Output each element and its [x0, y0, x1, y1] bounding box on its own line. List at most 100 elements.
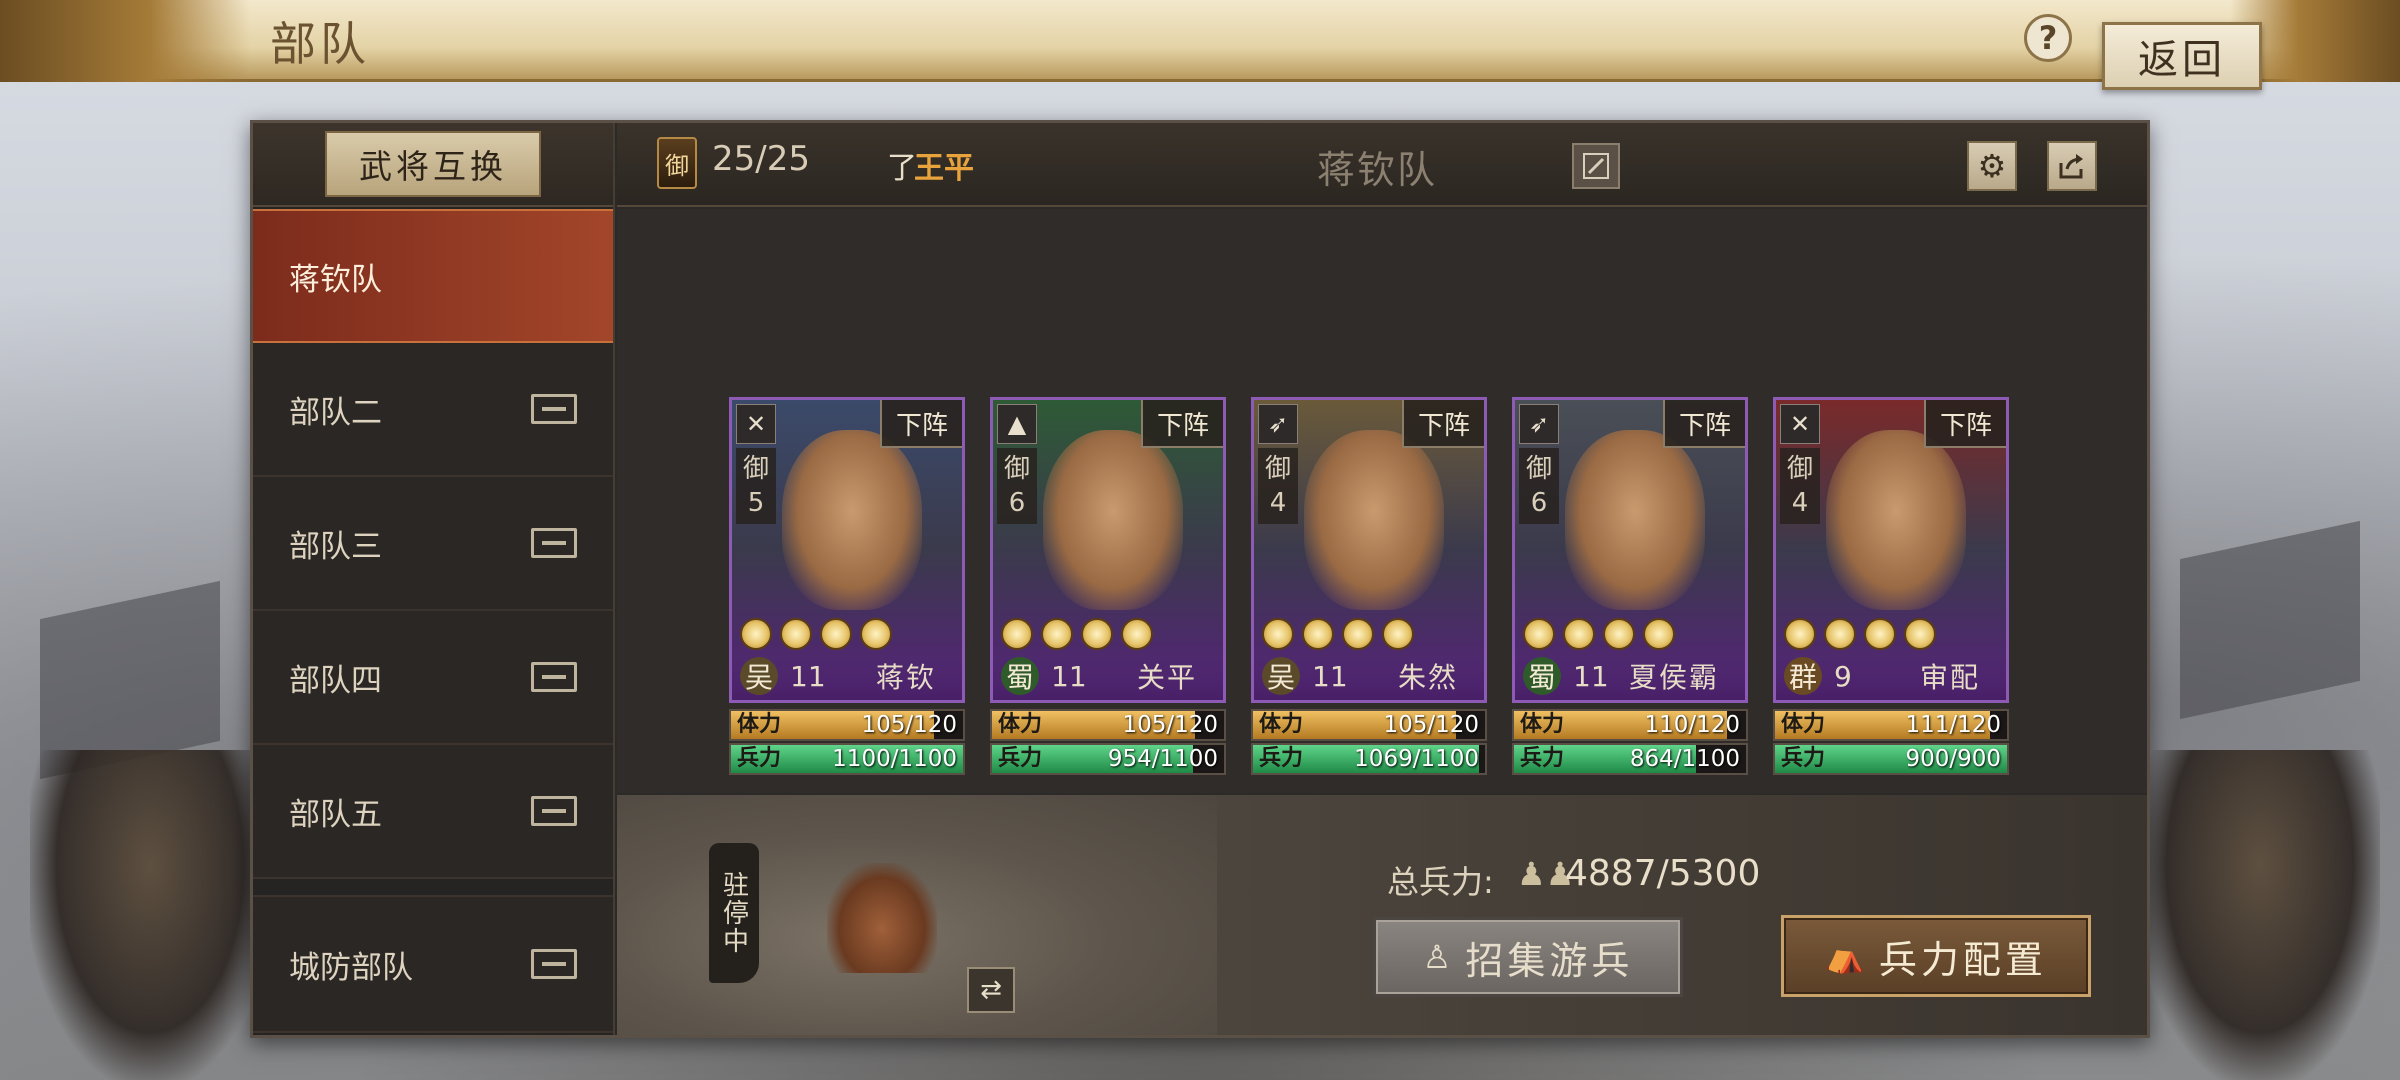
general-portrait[interactable]: ▲ 御 6 下阵 蜀 11 关平 — [990, 397, 1226, 703]
star-icon — [1603, 618, 1635, 650]
march-status-area: 驻停中 ⇄ 总兵力: ♟♟ 4887/5300 ♙ 招集游兵 ⛺ 兵力配置 — [617, 795, 2147, 1035]
march-map-view: 驻停中 ⇄ — [617, 795, 1217, 1035]
rank-stars — [740, 618, 892, 650]
general-portrait[interactable]: ➶ 御 4 下阵 吴 11 朱然 — [1251, 397, 1487, 703]
recruit-button-label: 招集游兵 — [1465, 938, 1634, 983]
troop-value: 900/900 — [1905, 746, 2001, 772]
general-info: 群 9 审配 — [1776, 652, 2006, 700]
share-button[interactable] — [2047, 141, 2097, 191]
team-header: 御 25/25 了 王平 蒋钦队 ⚙ — [617, 123, 2147, 207]
rename-button[interactable] — [1572, 143, 1620, 189]
general-card[interactable]: ✕ 御 5 下阵 吴 11 蒋钦 体力 105/120 兵力 1100/1100 — [729, 397, 965, 779]
remove-from-team-button[interactable]: 下阵 — [1924, 400, 2006, 448]
status-badge: 驻停中 — [709, 843, 759, 983]
general-level: 11 — [1051, 659, 1087, 693]
sidebar-item-team-5[interactable]: 部队五 — [253, 745, 613, 879]
star-icon — [1081, 618, 1113, 650]
faction-badge: 蜀 — [1001, 657, 1039, 695]
help-button[interactable]: ? — [2024, 14, 2072, 62]
general-name: 审配 — [1919, 661, 1980, 694]
troop-bar: 兵力 900/900 — [1773, 743, 2009, 775]
stamina-bar: 体力 105/120 — [990, 709, 1226, 741]
troop-config-button-label: 兵力配置 — [1878, 937, 2047, 982]
stamina-label: 体力 — [1781, 712, 1826, 737]
team-list: 蒋钦队 部队二 部队三 部队四 部队五 城防部队 — [253, 209, 613, 1033]
defense-stat: 御 4 — [1780, 448, 1820, 524]
stamina-label: 体力 — [1520, 712, 1565, 737]
troop-value: 1069/1100 — [1354, 746, 1479, 772]
sidebar-item-team-3[interactable]: 部队三 — [253, 477, 613, 611]
face-art — [1304, 430, 1444, 610]
general-portrait[interactable]: ➶ 御 6 下阵 蜀 11 夏侯霸 — [1512, 397, 1748, 703]
general-name: 蒋钦 — [875, 661, 936, 694]
back-button[interactable]: 返回 — [2102, 22, 2262, 90]
general-level: 11 — [790, 659, 826, 693]
sidebar-item-label: 部队五 — [289, 796, 382, 833]
sidebar-item-team-2[interactable]: 部队二 — [253, 343, 613, 477]
general-level: 9 — [1834, 659, 1852, 693]
star-icon — [1382, 618, 1414, 650]
faction-badge: 蜀 — [1523, 657, 1561, 695]
camp-icon: ⛺ — [1825, 937, 1869, 975]
stamina-bar: 体力 105/120 — [1251, 709, 1487, 741]
troop-label: 兵力 — [998, 746, 1043, 771]
defense-stat: 御 6 — [997, 448, 1037, 524]
troop-config-button[interactable]: ⛺ 兵力配置 — [1781, 915, 2091, 997]
soldiers-icon: ♟♟ — [1517, 855, 1575, 893]
top-bar: 部队 ? 返回 — [0, 0, 2400, 90]
team-sidebar: 武将互换 蒋钦队 部队二 部队三 部队四 部队五 城防部队 — [253, 123, 615, 1035]
remove-from-team-button[interactable]: 下阵 — [880, 400, 962, 448]
rank-stars — [1001, 618, 1153, 650]
general-card[interactable]: ▲ 御 6 下阵 蜀 11 关平 体力 105/120 兵力 954/1100 — [990, 397, 1226, 779]
spear-icon: ➶ — [1519, 404, 1559, 444]
general-swap-button[interactable]: 武将互换 — [325, 131, 541, 197]
troop-bar: 兵力 864/1100 — [1512, 743, 1748, 775]
cavalry-icon: ▲ — [997, 404, 1037, 444]
settings-button[interactable]: ⚙ — [1967, 141, 2017, 191]
locked-slot-icon — [531, 949, 577, 979]
troop-value: 864/1100 — [1629, 746, 1740, 772]
star-icon — [1643, 618, 1675, 650]
star-icon — [860, 618, 892, 650]
troop-value: 954/1100 — [1107, 746, 1218, 772]
swap-arrows-button[interactable]: ⇄ — [967, 967, 1015, 1013]
gear-icon: ⚙ — [1977, 147, 2007, 185]
team-panel: 武将互换 蒋钦队 部队二 部队三 部队四 部队五 城防部队 御 25/25 了 … — [250, 120, 2150, 1038]
troop-label: 兵力 — [1520, 746, 1565, 771]
general-portrait[interactable]: ✕ 御 5 下阵 吴 11 蒋钦 — [729, 397, 965, 703]
page-title: 部队 — [270, 17, 370, 71]
troop-bar: 兵力 1069/1100 — [1251, 743, 1487, 775]
star-icon — [1563, 618, 1595, 650]
general-name: 关平 — [1136, 661, 1197, 694]
troop-label: 兵力 — [1781, 746, 1826, 771]
general-card[interactable]: ➶ 御 4 下阵 吴 11 朱然 体力 105/120 兵力 1069/1100 — [1251, 397, 1487, 779]
general-card[interactable]: ➶ 御 6 下阵 蜀 11 夏侯霸 体力 110/120 兵力 864/1100 — [1512, 397, 1748, 779]
leader-name[interactable]: 王平 — [914, 143, 974, 187]
faction-badge: 群 — [1784, 657, 1822, 695]
sidebar-item-team-4[interactable]: 部队四 — [253, 611, 613, 745]
star-icon — [1302, 618, 1334, 650]
recruit-button[interactable]: ♙ 招集游兵 — [1373, 917, 1683, 997]
star-icon — [1001, 618, 1033, 650]
remove-from-team-button[interactable]: 下阵 — [1663, 400, 1745, 448]
star-icon — [1262, 618, 1294, 650]
sidebar-item-label: 蒋钦队 — [289, 261, 382, 298]
general-info: 蜀 11 夏侯霸 — [1515, 652, 1745, 700]
defense-stat: 御 5 — [736, 448, 776, 524]
star-icon — [740, 618, 772, 650]
sidebar-item-team-1[interactable]: 蒋钦队 — [253, 209, 613, 343]
remove-from-team-button[interactable]: 下阵 — [1402, 400, 1484, 448]
general-level: 11 — [1312, 659, 1348, 693]
star-icon — [1041, 618, 1073, 650]
locked-slot-icon — [531, 796, 577, 826]
star-icon — [1864, 618, 1896, 650]
stamina-value: 111/120 — [1905, 712, 2001, 738]
star-icon — [780, 618, 812, 650]
general-portrait[interactable]: ✕ 御 4 下阵 群 9 审配 — [1773, 397, 2009, 703]
remove-from-team-button[interactable]: 下阵 — [1141, 400, 1223, 448]
general-card[interactable]: ✕ 御 4 下阵 群 9 审配 体力 111/120 兵力 900/900 — [1773, 397, 2009, 779]
faction-badge: 吴 — [1262, 657, 1300, 695]
bow-icon: ✕ — [1780, 404, 1820, 444]
star-icon — [1784, 618, 1816, 650]
sidebar-item-city-defense[interactable]: 城防部队 — [253, 895, 613, 1033]
